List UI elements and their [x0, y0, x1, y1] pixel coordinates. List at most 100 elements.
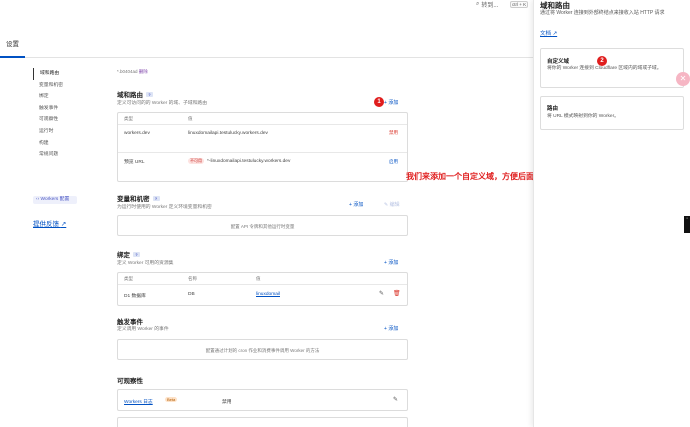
col-header-type: 类型: [124, 116, 133, 121]
col-header-value: 值: [188, 116, 193, 121]
plus-icon: +: [384, 326, 387, 332]
variables-add-label: 添加: [353, 202, 364, 208]
triggers-add-label: 添加: [388, 326, 399, 332]
panel-docs-label: 文档: [540, 31, 552, 37]
search-shortcut: ctrl + K: [510, 1, 529, 8]
variables-title-text: 变量和机密: [117, 196, 150, 203]
option-custom-domain-desc: 将你的 Worker 连接到 Cloudflare 区域内的域或子域。: [547, 66, 662, 71]
variables-title: 变量和机密?: [117, 193, 160, 203]
option-custom-domain[interactable]: 自定义域 将你的 Worker 连接到 Cloudflare 区域内的域或子域。: [540, 48, 684, 88]
bindings-table: 类型 名称 值 D1 数据库 DB linuxdomail ✎ 🗑: [117, 272, 408, 306]
beta-badge: Beta: [165, 397, 178, 402]
routes-title-text: 域和路由: [117, 92, 143, 99]
feedback-label: 提供反馈: [33, 221, 59, 228]
observability-card: Workers 日志 Beta 禁用 ✎: [117, 389, 408, 411]
option-route-desc: 将 URL 模式映射到你的 Worker。: [547, 114, 619, 119]
tab-settings[interactable]: 设置: [0, 38, 25, 58]
logs-status: 禁用: [222, 400, 232, 405]
binding-value-link[interactable]: linuxdomail: [256, 292, 280, 297]
variables-edit-label: 编辑: [389, 202, 400, 208]
panel-docs-link[interactable]: 文档 ↗: [540, 29, 557, 37]
enable-route-link[interactable]: 启用: [389, 159, 399, 165]
sidenav-item-runtime[interactable]: 运行时: [33, 126, 103, 138]
code-icon: ‹›: [36, 197, 40, 202]
routes-title: 域和路由?: [117, 89, 153, 99]
route-value: linuxdomailapi.testulucky.workers.dev: [188, 131, 268, 136]
trash-icon[interactable]: 🗑: [393, 290, 401, 297]
route-type: workers.dev: [124, 131, 150, 136]
bindings-desc: 定义 Worker 可用的资源集: [117, 261, 174, 266]
step-badge-1: 1: [374, 97, 384, 107]
step-badge-2: 2: [597, 56, 607, 66]
unavailable-tag: 不可用: [188, 158, 204, 164]
panel-desc: 通过将 Worker 连接到外部终结点来接收入站 HTTP 请求: [540, 10, 665, 16]
external-link-icon: ↗: [552, 31, 558, 37]
option-route-title: 路由: [547, 106, 559, 112]
subdomain-line: *.b0404ad 删除: [117, 69, 148, 75]
close-icon[interactable]: ✕: [676, 72, 690, 86]
external-link-icon: ↗: [60, 221, 67, 228]
plus-icon: +: [384, 100, 387, 106]
routes-add-label: 添加: [388, 100, 399, 106]
search-box[interactable]: ⌕ 转到...: [476, 0, 508, 9]
tab-bar: 设置: [0, 38, 533, 58]
triggers-empty-text: 配置通过计划的 cron 作业和消费事件调用 Worker 的方法: [205, 348, 320, 353]
pencil-icon: ✎: [384, 202, 389, 208]
sidenav-item-build[interactable]: 构建: [33, 138, 103, 150]
option-custom-domain-title: 自定义域: [547, 59, 570, 65]
search-icon: ⌕: [476, 1, 480, 7]
top-bar: ⌕ 转到... ctrl + K: [0, 0, 533, 10]
help-icon[interactable]: ?: [152, 196, 160, 201]
plus-icon: +: [349, 202, 352, 208]
search-placeholder: 转到...: [481, 3, 499, 9]
edit-icon[interactable]: ✎: [393, 396, 398, 403]
binding-name: DB: [188, 292, 195, 297]
observability-title-text: 可观察性: [117, 378, 143, 385]
observability-card-2: [117, 417, 408, 427]
col-header-value: 值: [256, 276, 261, 281]
workers-config-label: Workers 配置: [40, 197, 70, 202]
sidenav-item-triggers[interactable]: 触发事件: [33, 103, 103, 115]
sidenav-item-observability[interactable]: 可观察性: [33, 114, 103, 126]
domains-routes-panel: 域和路由 通过将 Worker 连接到外部终结点来接收入站 HTTP 请求 文档…: [533, 0, 690, 427]
help-icon[interactable]: ?: [133, 252, 140, 257]
sidenav-item-bindings[interactable]: 绑定: [33, 91, 103, 103]
beta-badge-wrap: Beta: [162, 397, 178, 403]
feedback-link[interactable]: 提供反馈 ↗: [33, 218, 66, 228]
variables-add-button[interactable]: + 添加: [349, 201, 363, 208]
routes-table: 类型 值 workers.dev linuxdomailapi.testuluc…: [117, 112, 408, 182]
variables-empty-card: 配置 API 令牌和其他运行时变量: [117, 215, 408, 236]
subdomain-value: *.b0404ad: [117, 69, 138, 74]
variables-desc: 为运行时使用的 Worker 定义环境变量和机密: [117, 205, 212, 210]
binding-type: D1 数据库: [124, 294, 146, 299]
bindings-title-text: 绑定: [117, 252, 130, 259]
side-handle[interactable]: ▪: [684, 216, 690, 233]
sidenav-item-variables[interactable]: 变量和机密: [33, 80, 103, 92]
plus-icon: +: [384, 260, 387, 266]
observability-title: 可观察性: [117, 375, 143, 385]
triggers-add-button[interactable]: + 添加: [384, 325, 398, 332]
bindings-title: 绑定?: [117, 249, 140, 259]
workers-logs-link[interactable]: Workers 日志: [124, 398, 153, 405]
divider: [118, 124, 407, 125]
sidenav-item-general[interactable]: 常规问题: [33, 149, 103, 161]
triggers-desc: 定义调用 Worker 的事件: [117, 327, 169, 332]
help-icon[interactable]: ?: [146, 92, 153, 97]
bindings-add-label: 添加: [388, 260, 399, 266]
sidenav-item-domains-routes[interactable]: 域和路由: [33, 68, 103, 80]
divider: [118, 152, 407, 153]
workers-config-badge[interactable]: ‹› Workers 配置: [33, 196, 77, 204]
option-route[interactable]: 路由 将 URL 模式映射到你的 Worker。: [540, 96, 684, 130]
triggers-empty-card: 配置通过计划的 cron 作业和消费事件调用 Worker 的方法: [117, 339, 408, 360]
route-value-wrap: 不可用 *-linuxdomailapi.testulucky.workers.d…: [188, 158, 290, 164]
subdomain-delete-link[interactable]: 删除: [139, 69, 148, 74]
variables-empty-text: 配置 API 令牌和其他运行时变量: [230, 224, 295, 229]
variables-edit-button[interactable]: ✎ 编辑: [384, 201, 400, 208]
divider: [118, 284, 407, 285]
edit-icon[interactable]: ✎: [379, 290, 384, 297]
disable-route-link[interactable]: 禁用: [389, 130, 399, 136]
route-value: *-linuxdomailapi.testulucky.workers.dev: [207, 159, 291, 164]
routes-add-button[interactable]: + 添加: [384, 99, 398, 106]
col-header-type: 类型: [124, 276, 133, 281]
bindings-add-button[interactable]: + 添加: [384, 259, 398, 266]
